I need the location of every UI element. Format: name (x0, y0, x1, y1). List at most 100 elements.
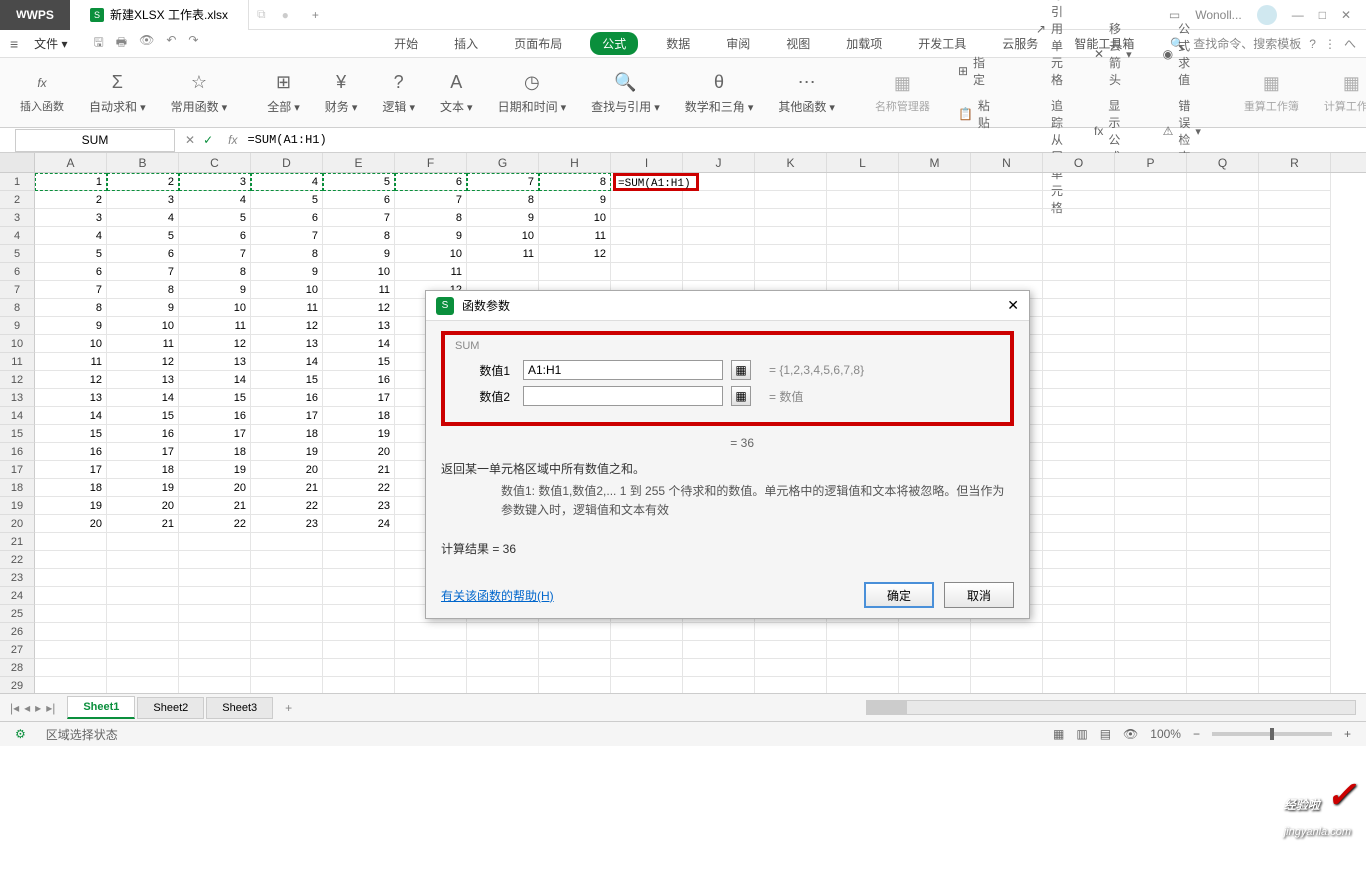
cell[interactable] (107, 587, 179, 605)
row-header[interactable]: 14 (0, 407, 35, 425)
cell[interactable] (1187, 677, 1259, 693)
cell[interactable]: 17 (179, 425, 251, 443)
cell[interactable] (1043, 353, 1115, 371)
cell[interactable] (1259, 497, 1331, 515)
cell[interactable] (755, 623, 827, 641)
cell[interactable] (611, 623, 683, 641)
cell[interactable] (755, 263, 827, 281)
cell[interactable] (251, 533, 323, 551)
cell[interactable] (755, 641, 827, 659)
h-scrollbar[interactable] (866, 700, 1356, 715)
cell[interactable] (971, 227, 1043, 245)
cell[interactable] (251, 587, 323, 605)
cell[interactable] (827, 263, 899, 281)
cell[interactable] (323, 641, 395, 659)
cell[interactable] (539, 623, 611, 641)
cell[interactable] (1043, 587, 1115, 605)
cell[interactable] (1043, 371, 1115, 389)
cell[interactable] (1187, 605, 1259, 623)
col-header[interactable]: G (467, 153, 539, 172)
formula-input[interactable]: =SUM(A1:H1) (242, 133, 1366, 147)
cell[interactable]: 9 (251, 263, 323, 281)
cell[interactable]: 6 (107, 245, 179, 263)
cell[interactable] (35, 551, 107, 569)
cell[interactable] (1259, 551, 1331, 569)
cell[interactable]: 10 (395, 245, 467, 263)
cell[interactable] (1115, 173, 1187, 191)
cell[interactable] (179, 605, 251, 623)
row-header[interactable]: 21 (0, 533, 35, 551)
col-header[interactable]: I (611, 153, 683, 172)
cell[interactable]: 13 (107, 371, 179, 389)
tab-insert[interactable]: 插入 (446, 32, 486, 55)
cell[interactable] (755, 173, 827, 191)
cell[interactable] (1115, 533, 1187, 551)
cell[interactable] (395, 677, 467, 693)
cell[interactable] (179, 569, 251, 587)
cell[interactable]: 9 (395, 227, 467, 245)
cell[interactable] (1115, 389, 1187, 407)
cell[interactable] (1115, 461, 1187, 479)
cell[interactable] (467, 659, 539, 677)
dialog-close-icon[interactable]: ✕ (1007, 297, 1019, 314)
cell[interactable]: 15 (251, 371, 323, 389)
row-header[interactable]: 13 (0, 389, 35, 407)
row-header[interactable]: 7 (0, 281, 35, 299)
cell[interactable] (1259, 677, 1331, 693)
cell[interactable]: 20 (251, 461, 323, 479)
col-header[interactable]: D (251, 153, 323, 172)
cell[interactable] (1115, 209, 1187, 227)
common-func[interactable]: ☆常用函数 ▾ (166, 71, 233, 115)
cell[interactable]: 13 (251, 335, 323, 353)
cell[interactable]: 7 (35, 281, 107, 299)
cell[interactable] (827, 641, 899, 659)
menu-icon[interactable]: ≡ (10, 36, 18, 52)
cell[interactable] (1187, 263, 1259, 281)
minimize-icon[interactable]: — (1292, 8, 1304, 22)
cell[interactable] (1259, 587, 1331, 605)
cell[interactable]: 10 (539, 209, 611, 227)
cell[interactable] (467, 623, 539, 641)
cell[interactable] (683, 191, 755, 209)
cell[interactable] (1187, 551, 1259, 569)
cell[interactable]: 17 (323, 389, 395, 407)
cell[interactable]: 19 (251, 443, 323, 461)
cell[interactable]: 23 (323, 497, 395, 515)
last-sheet-icon[interactable]: ▸| (46, 701, 55, 715)
cell[interactable] (755, 245, 827, 263)
cell[interactable]: 4 (179, 191, 251, 209)
cell[interactable] (1043, 227, 1115, 245)
other-func[interactable]: ⋯其他函数 ▾ (773, 71, 840, 115)
cell[interactable]: 16 (251, 389, 323, 407)
cell[interactable]: 11 (251, 299, 323, 317)
cell[interactable] (611, 677, 683, 693)
cell[interactable] (1043, 263, 1115, 281)
cell[interactable]: 5 (179, 209, 251, 227)
cell[interactable]: 10 (35, 335, 107, 353)
cell[interactable] (1259, 605, 1331, 623)
col-header[interactable]: B (107, 153, 179, 172)
new-tab-button[interactable]: + (297, 8, 334, 22)
cell[interactable] (611, 209, 683, 227)
cell[interactable] (179, 677, 251, 693)
cell[interactable]: 2 (35, 191, 107, 209)
cell[interactable]: 14 (323, 335, 395, 353)
cell[interactable]: 18 (35, 479, 107, 497)
cell[interactable] (1259, 389, 1331, 407)
cell[interactable] (683, 245, 755, 263)
row-header[interactable]: 16 (0, 443, 35, 461)
cell[interactable] (1043, 425, 1115, 443)
cell[interactable] (1115, 191, 1187, 209)
col-header[interactable]: J (683, 153, 755, 172)
tab-layout[interactable]: 页面布局 (506, 32, 570, 55)
cell[interactable] (107, 569, 179, 587)
cell[interactable] (35, 569, 107, 587)
cell[interactable] (611, 659, 683, 677)
cell[interactable] (1043, 389, 1115, 407)
col-header[interactable]: N (971, 153, 1043, 172)
cell[interactable] (1259, 227, 1331, 245)
cell[interactable] (35, 605, 107, 623)
add-sheet-icon[interactable]: + (275, 701, 302, 715)
cell[interactable] (1187, 335, 1259, 353)
cell[interactable] (1115, 353, 1187, 371)
